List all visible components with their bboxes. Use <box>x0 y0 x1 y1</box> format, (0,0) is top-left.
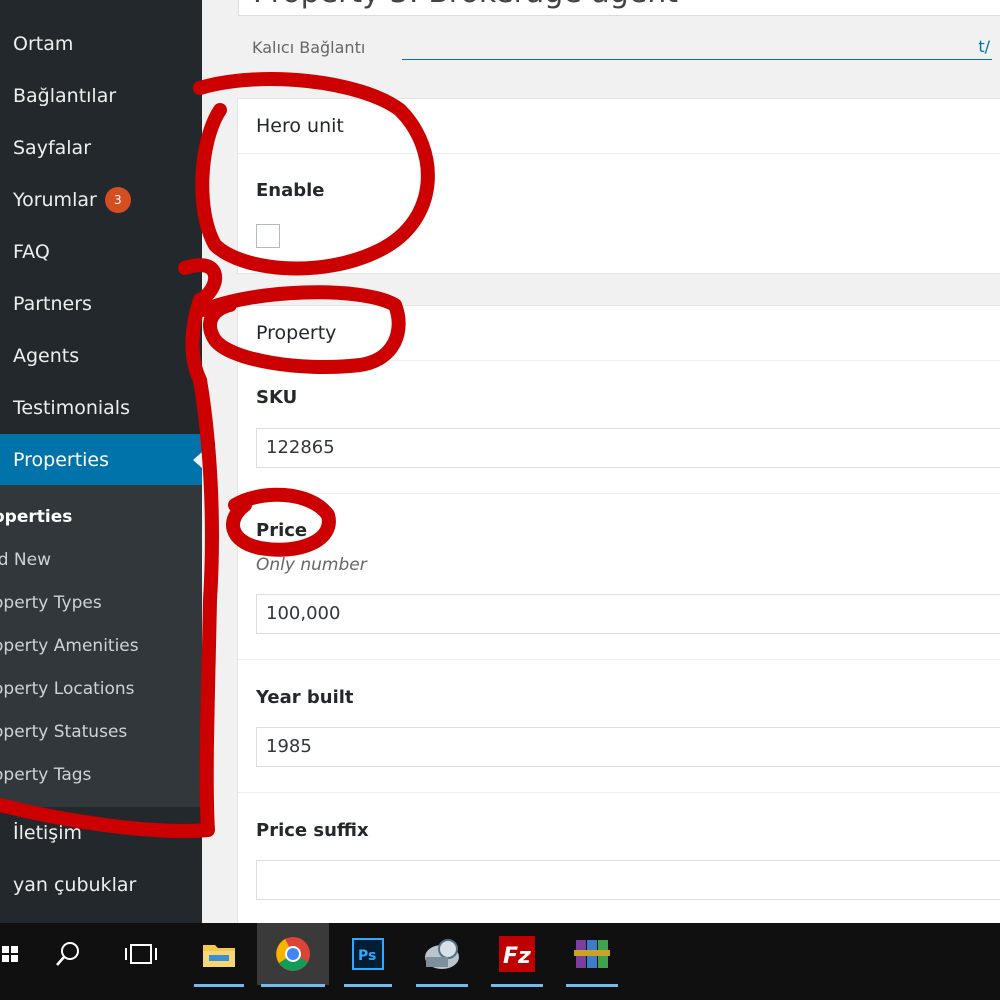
edit-property-main: Property 3: Brokerage agent Kalıcı Bağla… <box>202 0 1000 923</box>
submenu-all-properties[interactable]: operties <box>0 507 72 527</box>
menu-item-testimonials[interactable]: Testimonials <box>0 382 202 434</box>
panel-title: Property <box>256 322 337 344</box>
sku-label: SKU <box>256 387 298 408</box>
svg-text:Ps: Ps <box>358 948 376 964</box>
field-divider <box>238 493 1000 494</box>
submenu-property-statuses[interactable]: operty Statuses <box>0 722 127 742</box>
comments-count-badge: 3 <box>104 187 131 213</box>
year-built-input[interactable]: 1985 <box>256 727 1000 767</box>
menu-item-links[interactable]: Bağlantılar <box>0 70 202 122</box>
panel-title: Hero unit <box>256 115 344 137</box>
menu-label: Bağlantılar <box>13 85 117 107</box>
price-description: Only number <box>256 555 367 575</box>
menu-label: Ortam <box>13 33 74 55</box>
field-divider <box>238 659 1000 660</box>
chrome-icon[interactable] <box>257 923 329 987</box>
filezilla-icon[interactable]: Fz <box>487 923 547 987</box>
property-header[interactable]: Property <box>238 306 1000 361</box>
menu-label: Yorumlar <box>13 189 97 211</box>
menu-label: Properties <box>13 449 110 471</box>
windows-taskbar: Ps Fz <box>0 923 1000 1000</box>
submenu-property-locations[interactable]: operty Locations <box>0 679 135 699</box>
permalink-label: Kalıcı Bağlantı <box>252 38 366 57</box>
sku-input[interactable]: 122865 <box>256 428 1000 468</box>
search-icon[interactable] <box>45 923 91 985</box>
submenu-add-new[interactable]: ld New <box>0 550 51 570</box>
price-input[interactable]: 100,000 <box>256 594 1000 634</box>
current-menu-arrow <box>193 452 202 468</box>
permalink-link[interactable]: t/ <box>402 37 992 60</box>
enable-label: Enable <box>256 180 325 201</box>
price-label: Price <box>256 520 308 541</box>
windows-start-icon[interactable] <box>0 923 20 985</box>
menu-item-contact[interactable]: İletişim <box>0 807 202 859</box>
menu-item-media[interactable]: Ortam <box>0 18 202 70</box>
file-explorer-icon[interactable] <box>190 923 248 987</box>
network-app-icon[interactable] <box>412 923 472 987</box>
post-title-text: Property 3: Brokerage agent <box>253 0 678 10</box>
svg-text:Fz: Fz <box>503 944 531 969</box>
property-panel: Property SKU 122865 Price Only number 10… <box>237 305 1000 923</box>
enable-checkbox[interactable] <box>256 224 280 248</box>
menu-label: Sayfalar <box>13 137 92 159</box>
hero-unit-header[interactable]: Hero unit <box>238 99 1000 154</box>
permalink-tail: t/ <box>978 37 990 56</box>
submenu-property-amenities[interactable]: operty Amenities <box>0 636 139 656</box>
admin-sidebar: Ortam Bağlantılar Sayfalar Yorumlar 3 FAQ… <box>0 0 202 923</box>
menu-label: Partners <box>13 293 92 315</box>
menu-label: İletişim <box>13 822 82 844</box>
year-built-label: Year built <box>256 687 354 708</box>
menu-label: Agents <box>13 345 80 367</box>
properties-submenu: operties ld New operty Types operty Amen… <box>0 485 202 807</box>
hero-unit-panel: Hero unit Enable <box>237 98 1000 274</box>
menu-item-properties[interactable]: Properties <box>0 434 202 486</box>
winrar-icon[interactable] <box>562 923 622 987</box>
menu-item-agents[interactable]: Agents <box>0 330 202 382</box>
menu-item-faq[interactable]: FAQ <box>0 226 202 278</box>
menu-item-sidebars[interactable]: yan çubuklar <box>0 859 202 911</box>
post-title-field[interactable]: Property 3: Brokerage agent <box>238 0 1000 16</box>
task-view-icon[interactable] <box>118 923 164 985</box>
menu-item-comments[interactable]: Yorumlar 3 <box>0 174 202 226</box>
menu-label: FAQ <box>13 241 50 263</box>
submenu-property-tags[interactable]: operty Tags <box>0 765 91 785</box>
menu-item-partners[interactable]: Partners <box>0 278 202 330</box>
submenu-property-types[interactable]: operty Types <box>0 593 102 613</box>
photoshop-icon[interactable]: Ps <box>340 923 396 987</box>
menu-label: Testimonials <box>13 397 130 419</box>
price-suffix-input[interactable] <box>256 860 1000 900</box>
field-divider <box>238 792 1000 793</box>
menu-item-pages[interactable]: Sayfalar <box>0 122 202 174</box>
menu-label: yan çubuklar <box>13 874 137 896</box>
price-suffix-label: Price suffix <box>256 820 369 841</box>
